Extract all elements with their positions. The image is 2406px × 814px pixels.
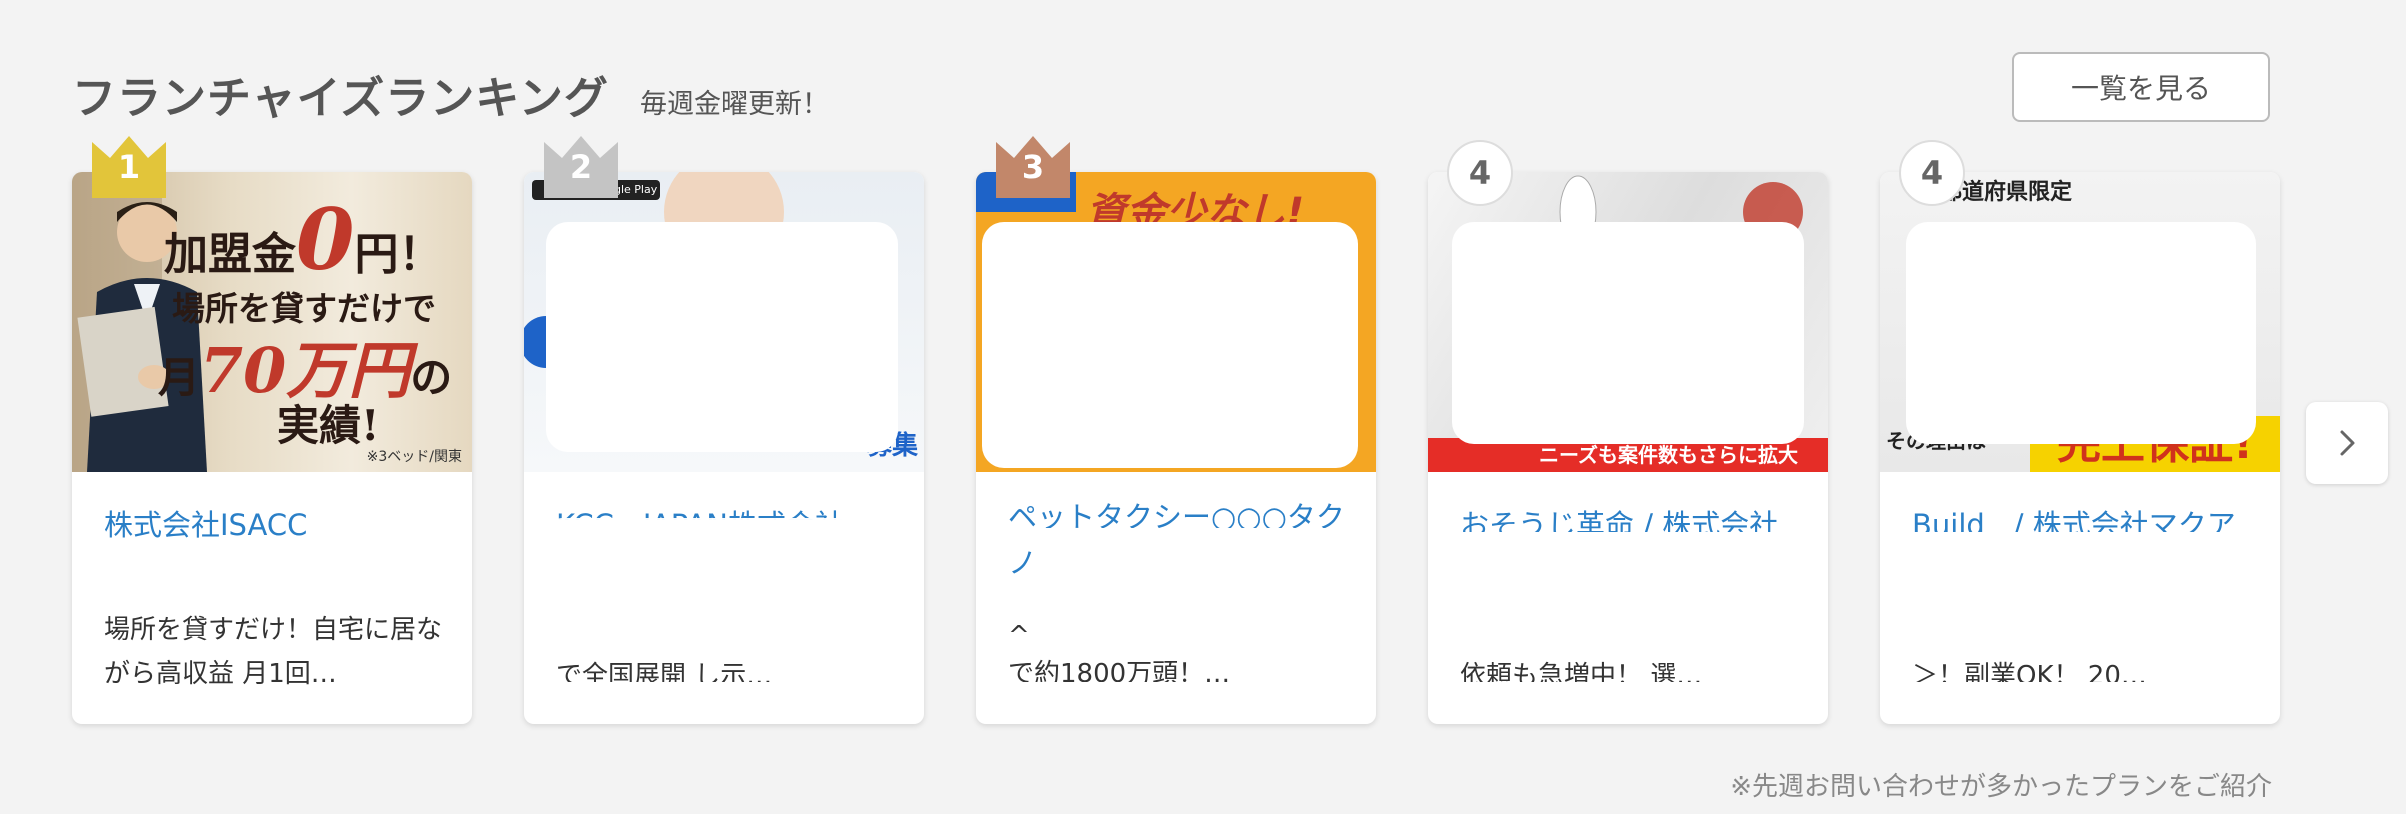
text-placeholder bbox=[550, 518, 898, 664]
rank-1-crown-badge: 1 bbox=[90, 136, 168, 202]
card-banner-image[interactable]: 加盟金0円！ 場所を貸すだけで 月70万円の 実績! ※3ベッド/関東 bbox=[72, 172, 472, 472]
card-banner-image[interactable]: 資金少なし! bbox=[976, 172, 1376, 472]
ranking-title: フランチャイズランキング bbox=[72, 73, 609, 124]
card-banner-image[interactable]: 都道府県限定 その理由は 完上保証! bbox=[1880, 172, 2280, 472]
rank-3-crown-badge: 3 bbox=[994, 136, 1072, 202]
chevron-right-icon bbox=[2340, 430, 2355, 456]
rank-4-badge: 4 bbox=[1899, 140, 1965, 206]
card-description: で全国展開 し示… bbox=[556, 661, 773, 682]
card-description: ^ で約1800万頭！… bbox=[1008, 621, 1231, 682]
image-placeholder bbox=[1906, 222, 2256, 444]
update-note: 毎週金曜更新！ bbox=[640, 89, 829, 120]
card-banner-image[interactable]: Google Play 募集 bbox=[524, 172, 924, 472]
company-name-link[interactable]: 株式会社ISACC bbox=[104, 502, 448, 548]
company-name-link[interactable]: ペットタクシー○○○タクシ ノ bbox=[1008, 494, 1352, 586]
company-name-link[interactable]: Build / 株式会社マクア bbox=[1912, 502, 2256, 532]
ranking-card-5[interactable]: 都道府県限定 その理由は 完上保証! Build / 株式会社マクア ＞！副業O… bbox=[1880, 172, 2280, 724]
view-all-button[interactable]: 一覧を見る bbox=[2012, 52, 2270, 122]
image-placeholder bbox=[546, 222, 898, 452]
rank-2-crown-badge: 2 bbox=[542, 136, 620, 202]
ranking-card-1[interactable]: 加盟金0円！ 場所を貸すだけで 月70万円の 実績! ※3ベッド/関東 株式会社… bbox=[72, 172, 472, 724]
image-placeholder bbox=[1452, 222, 1804, 444]
card-description: ＞！副業OK！ 20… bbox=[1912, 661, 2147, 682]
ranking-card-3[interactable]: 資金少なし! ペットタクシー○○○タクシ ノ ^ で約1800万頭！… bbox=[976, 172, 1376, 724]
carousel-next-button[interactable] bbox=[2306, 402, 2388, 484]
card-description: 依頼も急増中！ 選… bbox=[1460, 661, 1703, 682]
banner-text: 加盟金 bbox=[164, 229, 296, 280]
image-placeholder bbox=[982, 222, 1358, 468]
ranking-footnote: ※先週お問い合わせが多かったプランをご紹介 bbox=[1730, 772, 2272, 802]
ranking-card-4[interactable]: ニーズも案件数もさらに拡大 おそうじ革命 / 株式会社 依頼も急増中！ 選… bbox=[1428, 172, 1828, 724]
company-name-link[interactable]: おそうじ革命 / 株式会社 bbox=[1460, 502, 1804, 532]
rank-4-badge: 4 bbox=[1447, 140, 1513, 206]
ranking-card-2[interactable]: Google Play 募集 KCC JAPAN株式会社 で全国展開 し示… bbox=[524, 172, 924, 724]
card-description: 場所を貸すだけ！自宅に居な がら高収益 月1回… bbox=[104, 615, 443, 689]
card-banner-image[interactable]: ニーズも案件数もさらに拡大 bbox=[1428, 172, 1828, 472]
